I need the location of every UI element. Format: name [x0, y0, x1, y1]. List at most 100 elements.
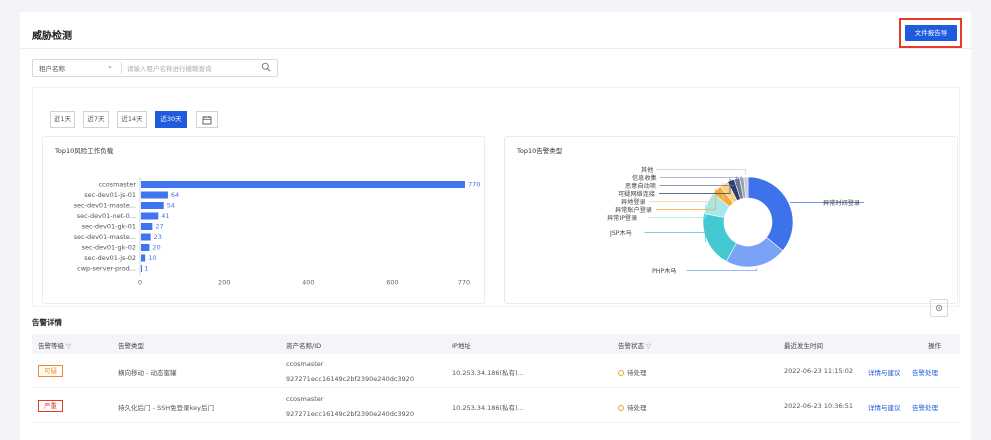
- chevron-down-icon[interactable]: ⌄: [107, 62, 113, 70]
- data-label: 20: [152, 244, 160, 252]
- data-label: 54: [167, 202, 175, 210]
- slice-label: 异常IP登录: [607, 214, 637, 222]
- bar: [141, 244, 150, 251]
- slice-label: 异地登录: [621, 198, 646, 206]
- x-tick-label: 200: [218, 279, 230, 287]
- filter-separator: [121, 62, 122, 74]
- threat-detection-page: 威胁检测 文件报告导 租户名称 ⌄ 请输入租户名称进行模糊查询 近1天 近7天 …: [20, 12, 971, 440]
- asset-id: 927271ecc16149c2bf2390e240dc3920: [286, 375, 414, 383]
- ip-address: 10.253.34.186(私有)...: [452, 404, 524, 412]
- alert-type-donut-chart: 异常时间登录 PHP木马 JSP木马 异常IP登录异常账户登录异地登录可疑网络连接恶意…: [607, 166, 864, 275]
- bar: [141, 254, 146, 262]
- export-highlight-box: 文件报告导: [899, 18, 962, 48]
- bar: [141, 233, 151, 241]
- last-time: 2022-06-23 11:15:02: [784, 367, 854, 375]
- y-tick-label: ccosmaster: [99, 181, 137, 189]
- tenant-filter: 租户名称 ⌄ 请输入租户名称进行模糊查询: [32, 59, 278, 77]
- y-tick-label: sec-dev01-maste...: [74, 202, 136, 210]
- slice-label: 恶意自动项: [625, 182, 656, 190]
- col-time: 最近发生时间: [784, 342, 823, 350]
- handle-link[interactable]: 告警处理: [912, 402, 938, 412]
- date-picker-button[interactable]: [196, 111, 218, 128]
- filter-icon: ▽: [646, 342, 652, 350]
- slice-label: 异常时间登录: [823, 199, 860, 207]
- x-tick-label: 770: [458, 279, 470, 287]
- slice-label: 信息收集: [632, 174, 657, 182]
- gear-icon: [935, 304, 943, 312]
- y-tick-label: sec-dev01-js-01: [84, 191, 136, 199]
- slice-label: PHP木马: [652, 267, 677, 275]
- header-divider: [20, 48, 971, 49]
- export-report-button[interactable]: 文件报告导: [905, 25, 957, 41]
- pending-icon: [618, 405, 624, 411]
- data-label: 27: [155, 223, 163, 231]
- range-7d-button[interactable]: 近7天: [83, 111, 109, 128]
- slice-label: 其他: [641, 166, 653, 174]
- asset-name: ccosmaster: [286, 395, 324, 403]
- table-settings-button[interactable]: [930, 299, 948, 317]
- col-status[interactable]: 告警状态 ▽: [618, 340, 651, 350]
- asset-id: 927271ecc16149c2bf2390e240dc3920: [286, 410, 414, 418]
- bar: [141, 212, 159, 220]
- slice-label: JSP木马: [609, 229, 632, 237]
- leader-line: [656, 169, 747, 176]
- alert-status: 待处理: [618, 402, 647, 412]
- bar: [141, 265, 142, 272]
- asset-name: ccosmaster: [286, 360, 324, 368]
- search-icon[interactable]: [261, 62, 271, 72]
- detail-link[interactable]: 详情与建议: [868, 402, 901, 412]
- y-tick-label: sec-dev01-gk-01: [82, 223, 136, 231]
- pending-icon: [618, 370, 624, 376]
- workload-bar-chart: ccosmaster 770 sec-dev01-js-01 64 sec-dev01-…: [74, 177, 480, 287]
- leader-line: [660, 175, 742, 178]
- tenant-select-value[interactable]: 租户名称: [39, 63, 65, 73]
- x-tick-label: 600: [386, 279, 398, 287]
- level-badge: 严重: [38, 400, 63, 412]
- ip-address: 10.253.34.186(私有)...: [452, 369, 524, 377]
- range-30d-button[interactable]: 近30天: [155, 111, 187, 128]
- bar: [141, 191, 168, 199]
- alert-details-title: 告警详情: [32, 318, 62, 327]
- y-tick-label: cwp-server-prod...: [77, 265, 136, 273]
- alert-type: 横向移动 - 动态蜜罐: [118, 369, 177, 377]
- data-label: 1: [144, 265, 148, 273]
- col-ip: IP地址: [452, 342, 471, 350]
- last-time: 2022-06-23 10:36:51: [784, 402, 854, 410]
- data-label: 10: [148, 254, 156, 262]
- alert-status: 待处理: [618, 367, 647, 377]
- table-row: 可疑 横向移动 - 动态蜜罐 ccosmaster 927271ecc16149…: [32, 354, 960, 388]
- data-label: 64: [171, 191, 179, 199]
- col-level[interactable]: 告警等级 ▽: [38, 340, 71, 350]
- data-label: 41: [161, 212, 169, 220]
- calendar-icon: [202, 116, 212, 125]
- x-tick-label: 0: [138, 279, 142, 287]
- slice-label: 异常账户登录: [615, 206, 652, 214]
- bar: [141, 181, 465, 188]
- leader-line: [644, 232, 706, 243]
- range-1d-button[interactable]: 近1天: [50, 111, 75, 128]
- range-14d-button[interactable]: 近14天: [117, 111, 147, 128]
- top10-workload-card: Top10风险工作负载 ccosmaster 770 sec-dev01-js-01…: [42, 136, 485, 304]
- data-label: 770: [468, 181, 480, 189]
- tenant-search-input[interactable]: 请输入租户名称进行模糊查询: [127, 63, 212, 73]
- bar: [141, 223, 153, 230]
- filter-icon: ▽: [66, 342, 72, 350]
- handle-link[interactable]: 告警处理: [912, 367, 938, 377]
- data-label: 23: [154, 233, 162, 241]
- y-tick-label: sec-dev01-gk-02: [82, 244, 136, 252]
- col-asset: 资产名称/ID: [286, 342, 322, 350]
- slice-label: 可疑网络连接: [618, 190, 655, 198]
- y-tick-label: sec-dev01-js-02: [84, 254, 136, 262]
- detail-link[interactable]: 详情与建议: [868, 367, 901, 377]
- page-title: 威胁检测: [32, 31, 72, 42]
- slice: [747, 176, 794, 252]
- leader-line: [686, 268, 758, 271]
- col-type: 告警类型: [118, 342, 144, 350]
- table-header: 告警等级 ▽ 告警类型 资产名称/ID IP地址 告警状态 ▽ 最近发生时间 操…: [32, 334, 960, 354]
- table-row: 严重 持久化后门 - SSH免登录key后门 ccosmaster 927271…: [32, 389, 960, 423]
- bar: [141, 202, 164, 209]
- y-tick-label: sec-dev01-net-0...: [77, 212, 136, 220]
- top10-alert-type-card: Top10告警类型 异常时间登录 PHP木马 JSP木马 异常IP登录 异常账户登录 异地…: [504, 136, 958, 304]
- level-badge: 可疑: [38, 365, 63, 377]
- col-actions: 操作: [928, 342, 941, 350]
